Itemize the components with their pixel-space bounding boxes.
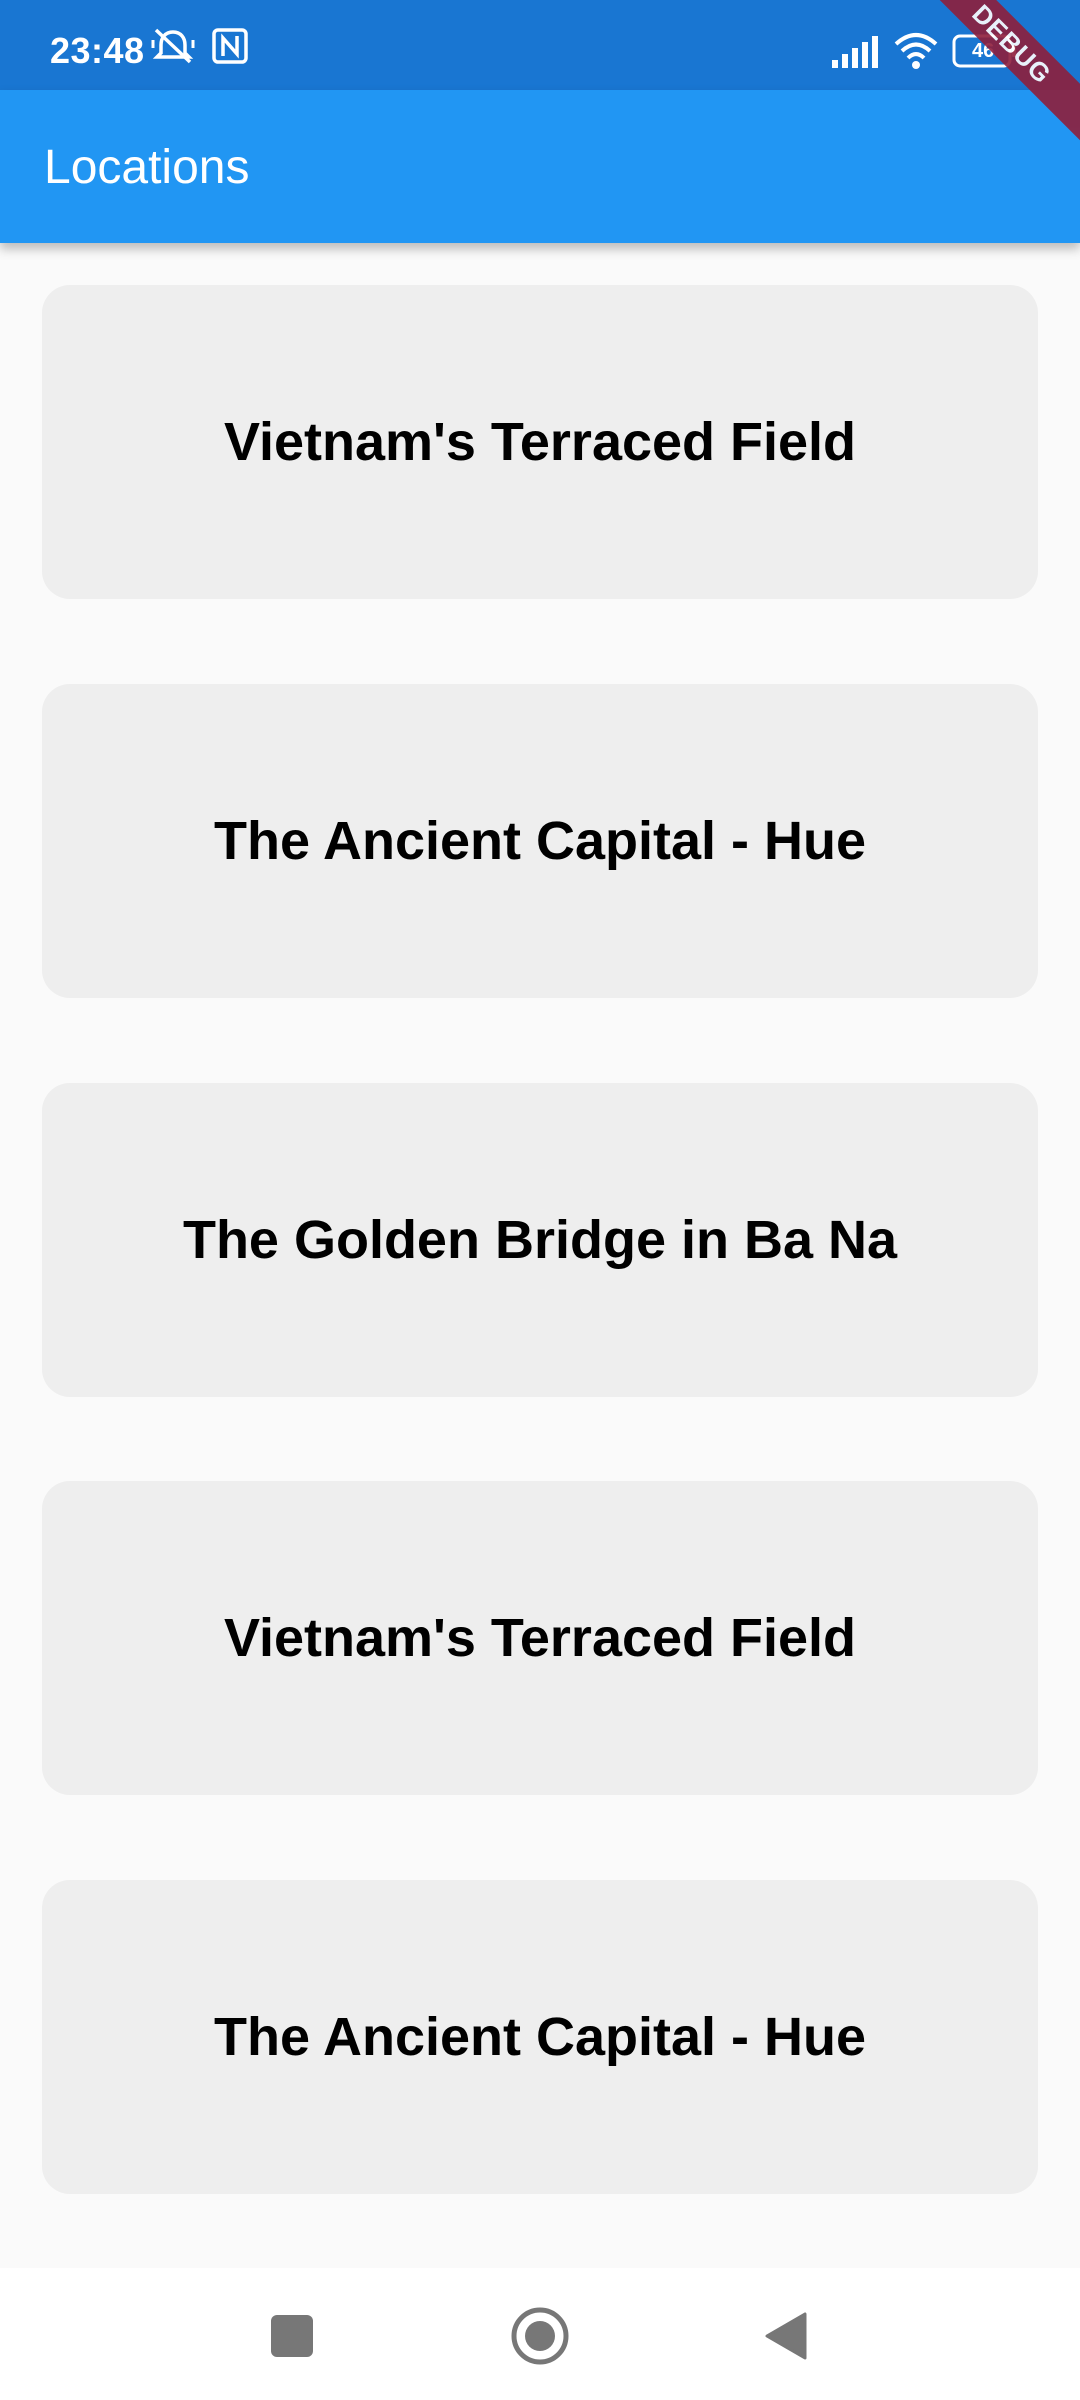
app-bar: Locations (0, 90, 1080, 243)
location-card[interactable]: The Ancient Capital - Hue (42, 1880, 1038, 2194)
nfc-icon (212, 28, 248, 64)
home-button[interactable] (510, 2306, 570, 2366)
status-time: 23:48 (50, 30, 145, 71)
home-icon (511, 2307, 569, 2365)
location-title: The Ancient Capital - Hue (213, 811, 867, 871)
screen: 23:48 46 DEBUG Locations Vietnam's Terra… (0, 0, 1080, 2400)
recents-icon (271, 2315, 313, 2357)
back-icon (765, 2312, 807, 2360)
status-bar: 23:48 46 (0, 0, 1080, 90)
system-nav-bar (0, 2268, 1080, 2400)
location-title: The Golden Bridge in Ba Na (182, 1210, 898, 1270)
mute-icon (151, 28, 195, 64)
location-card[interactable]: Vietnam's Terraced Field (42, 285, 1038, 599)
location-card[interactable]: The Ancient Capital - Hue (42, 684, 1038, 998)
location-card[interactable]: Vietnam's Terraced Field (42, 1481, 1038, 1795)
location-title: The Ancient Capital - Hue (213, 2007, 867, 2067)
recents-button[interactable] (262, 2306, 322, 2366)
signal-icon (832, 36, 878, 68)
page-title: Locations (44, 141, 250, 194)
back-button[interactable] (756, 2306, 816, 2366)
location-title: Vietnam's Terraced Field (223, 1608, 857, 1668)
wifi-icon (894, 33, 938, 69)
location-title: Vietnam's Terraced Field (223, 412, 857, 472)
location-card[interactable]: The Golden Bridge in Ba Na (42, 1083, 1038, 1397)
